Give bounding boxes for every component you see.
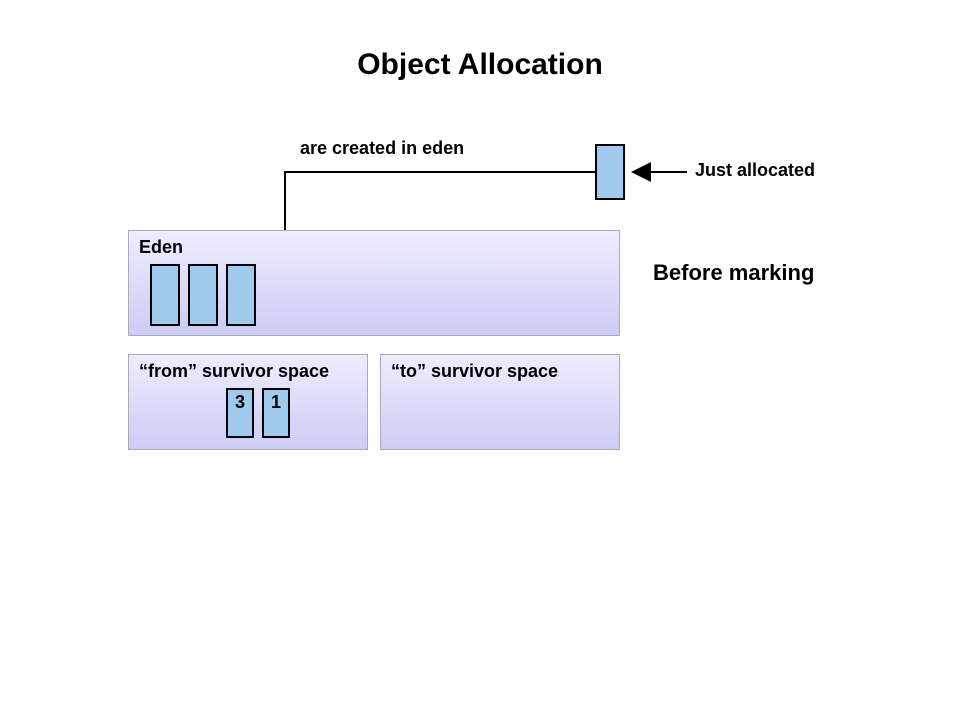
allocated-object — [595, 144, 625, 200]
diagram-title: Object Allocation — [0, 48, 960, 82]
region-eden-title: Eden — [139, 237, 183, 258]
diagram-stage: Object Allocation are created in eden Ju… — [0, 0, 960, 720]
label-created-in-eden: are created in eden — [300, 138, 464, 159]
region-to-survivor: “to” survivor space — [380, 354, 620, 450]
region-to-survivor-title: “to” survivor space — [391, 361, 558, 382]
from-survivor-object: 3 — [226, 388, 254, 438]
label-just-allocated: Just allocated — [695, 160, 815, 181]
eden-object — [188, 264, 218, 326]
label-before-marking: Before marking — [653, 260, 814, 286]
region-from-survivor-title: “from” survivor space — [139, 361, 329, 382]
eden-object — [226, 264, 256, 326]
object-age: 1 — [264, 392, 288, 413]
from-survivor-object: 1 — [262, 388, 290, 438]
eden-object — [150, 264, 180, 326]
object-age: 3 — [228, 392, 252, 413]
